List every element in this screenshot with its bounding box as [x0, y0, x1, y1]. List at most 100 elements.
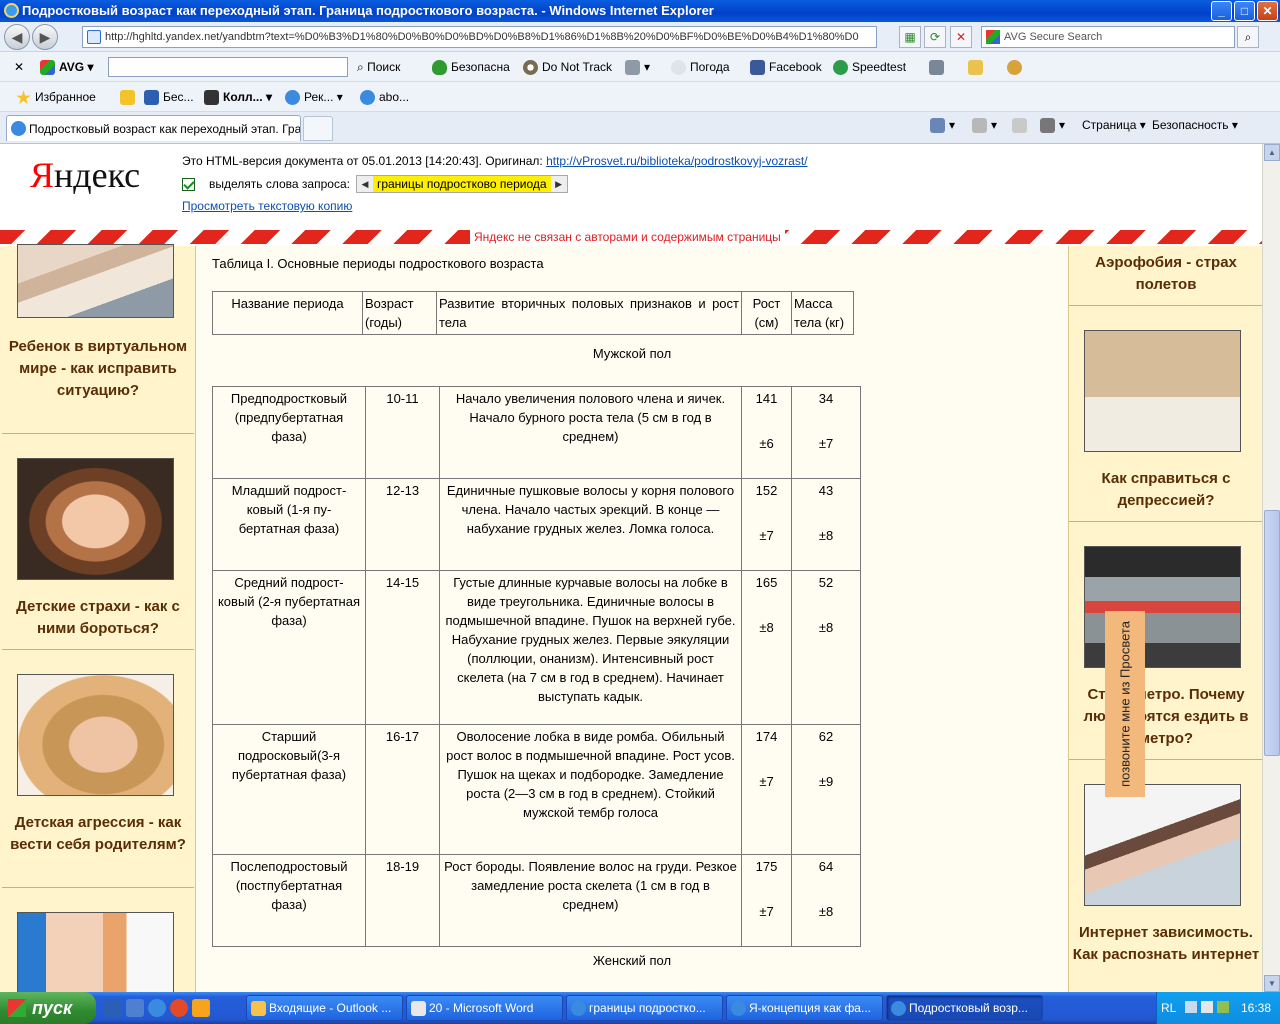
favorite-item-2[interactable]: Колл... ▾: [204, 82, 272, 112]
address-field[interactable]: http://hghltd.yandex.net/yandbtm?text=%D…: [82, 26, 877, 48]
task-ie-2[interactable]: Я-концепция как фа...: [726, 995, 883, 1021]
height-value: 152: [755, 483, 778, 498]
trash-button[interactable]: ▾: [625, 52, 650, 82]
task-ie-1[interactable]: границы подростко...: [566, 995, 723, 1021]
text-copy-link[interactable]: Просмотреть текстовую копию: [182, 199, 352, 213]
stop-icon[interactable]: ✕: [950, 26, 972, 48]
word-icon[interactable]: [104, 999, 122, 1017]
settings-icon[interactable]: [1007, 52, 1026, 82]
height-value: 174: [755, 729, 778, 744]
print-button[interactable]: ▾: [1040, 112, 1065, 144]
ie-page-icon: [11, 121, 26, 136]
highlight-checkbox[interactable]: [182, 177, 195, 191]
close-button[interactable]: ✕: [1257, 1, 1278, 21]
disclaimer-text: Яндекс не связан с авторами и содержимым…: [470, 230, 785, 244]
forward-button[interactable]: ▶: [32, 24, 58, 50]
call-me-button[interactable]: позвоните мне из Просвета: [1105, 611, 1145, 797]
scared-girl-image[interactable]: [17, 458, 174, 580]
speedtest-button[interactable]: Speedtest: [833, 52, 906, 82]
left-card-2[interactable]: Детские страхи - как с ними бороться?: [2, 434, 194, 650]
avg-search-button[interactable]: ⌕ Поиск: [357, 52, 400, 82]
card-title[interactable]: Аэрофобия - страх полетов: [1069, 252, 1262, 296]
quick-launch: [104, 999, 210, 1017]
ie-page-icon: [285, 90, 300, 106]
weather-button[interactable]: Погода: [671, 52, 730, 82]
notepad-icon[interactable]: [968, 52, 987, 82]
left-card-4[interactable]: [2, 888, 194, 992]
scroll-down-icon[interactable]: ▼: [1264, 975, 1280, 992]
add-favorite-icon[interactable]: [120, 82, 139, 112]
woman-laptop-image[interactable]: [1084, 784, 1241, 906]
avg-search-input[interactable]: [108, 57, 348, 77]
outlook-icon[interactable]: [192, 999, 210, 1017]
left-card-3[interactable]: Детская агрессия - как вести себя родите…: [2, 650, 194, 888]
mass-deviation: ±8: [818, 620, 834, 635]
right-card-3[interactable]: Страх метро. Почему люди боятся ездить в…: [1069, 522, 1262, 760]
compatibility-icon[interactable]: ▦: [899, 26, 921, 48]
favorite-item-4[interactable]: abo...: [360, 82, 409, 112]
search-go-icon[interactable]: ⌕: [1237, 26, 1259, 48]
card-title[interactable]: Как справиться с депрессией?: [1069, 468, 1262, 512]
search-input[interactable]: AVG Secure Search: [981, 26, 1235, 48]
maximize-button[interactable]: □: [1234, 1, 1255, 21]
language-indicator[interactable]: RL: [1161, 992, 1176, 1024]
facebook-button[interactable]: Facebook: [750, 52, 822, 82]
mail-icon[interactable]: [1012, 112, 1031, 144]
favorites-button[interactable]: Избранное: [16, 82, 96, 112]
peeking-girl-image[interactable]: [17, 912, 174, 992]
feeds-button[interactable]: ▾: [972, 112, 997, 144]
card-title[interactable]: Интернет зависимость. Как распознать инт…: [1069, 922, 1262, 966]
minimize-button[interactable]: _: [1211, 1, 1232, 21]
calculator-icon[interactable]: [929, 52, 948, 82]
ie-icon: [4, 3, 19, 18]
safety-menu[interactable]: Безопасность ▾: [1152, 112, 1238, 144]
do-not-track-button[interactable]: Do Not Track: [523, 52, 612, 82]
card-title[interactable]: Страх метро. Почему люди боятся ездить в…: [1069, 684, 1262, 750]
right-card-4[interactable]: Интернет зависимость. Как распознать инт…: [1069, 760, 1262, 992]
tab-active[interactable]: Подростковый возраст как переходный этап…: [6, 115, 301, 141]
volume-icon[interactable]: [1201, 1001, 1213, 1013]
taskbar: пуск Входящие - Outlook ... 20 - Microso…: [0, 992, 1280, 1024]
right-card-2[interactable]: Как справиться с депрессией?: [1069, 306, 1262, 522]
yandex-logo[interactable]: Яндекс: [30, 154, 140, 196]
task-outlook[interactable]: Входящие - Outlook ...: [246, 995, 403, 1021]
original-link[interactable]: http://vProsvet.ru/biblioteka/podrostkov…: [546, 154, 807, 168]
mass-deviation: ±7: [818, 436, 834, 451]
prev-match-icon[interactable]: ◀: [356, 176, 373, 192]
favorites-bar: Избранное Бес... Колл... ▾ Рек... ▾ abo.…: [0, 82, 1280, 112]
logo-rest: ндекс: [54, 155, 141, 195]
highlight-label: выделять слова запроса:: [209, 177, 350, 191]
ie-icon[interactable]: [148, 999, 166, 1017]
card-title[interactable]: Ребенок в виртуальном мире - как исправи…: [2, 336, 194, 402]
card-title[interactable]: Детские страхи - как с ними бороться?: [2, 596, 194, 640]
network-icon[interactable]: [1185, 1001, 1197, 1013]
scroll-up-icon[interactable]: ▲: [1264, 144, 1280, 161]
card-title[interactable]: Детская агрессия - как вести себя родите…: [2, 812, 194, 856]
sad-woman-image[interactable]: [1084, 330, 1241, 452]
avg-menu-button[interactable]: AVG ▾: [40, 52, 93, 82]
right-card-1[interactable]: Аэрофобия - страх полетов: [1069, 246, 1262, 306]
scroll-thumb[interactable]: [1264, 510, 1280, 756]
vertical-scrollbar[interactable]: ▲ ▼: [1262, 144, 1280, 992]
favorite-item-1[interactable]: Бес...: [144, 82, 194, 112]
header-mass: Масса тела (кг): [791, 291, 854, 335]
children-laptop-image[interactable]: [17, 244, 174, 318]
start-button[interactable]: пуск: [0, 992, 96, 1024]
back-button[interactable]: ◀: [4, 24, 30, 50]
page-menu[interactable]: Страница ▾: [1082, 112, 1146, 144]
left-card-1[interactable]: Ребенок в виртуальном мире - как исправи…: [2, 244, 194, 434]
desktop-icon[interactable]: [126, 999, 144, 1017]
avg-tray-icon[interactable]: [1217, 1001, 1229, 1013]
toolbar-close-icon[interactable]: ✕: [14, 52, 24, 82]
opera-icon[interactable]: [170, 999, 188, 1017]
task-word[interactable]: 20 - Microsoft Word: [406, 995, 563, 1021]
favorite-item-3[interactable]: Рек... ▾: [285, 82, 343, 112]
new-tab-button[interactable]: [303, 116, 333, 141]
task-ie-active[interactable]: Подростковый возр...: [886, 995, 1043, 1021]
periods-table: Предподростковый (предпубертатная фаза) …: [212, 386, 861, 947]
safe-button[interactable]: Безопасна: [432, 52, 510, 82]
next-match-icon[interactable]: ▶: [550, 176, 567, 192]
angry-girl-image[interactable]: [17, 674, 174, 796]
refresh-icon[interactable]: ⟳: [924, 26, 946, 48]
home-button[interactable]: ▾: [930, 112, 955, 144]
